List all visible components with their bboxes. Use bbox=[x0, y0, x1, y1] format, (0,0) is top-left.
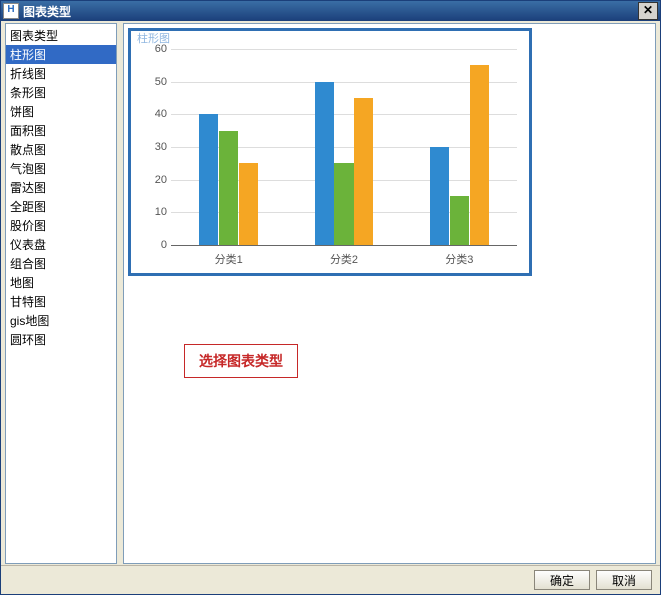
list-item[interactable]: 甘特图 bbox=[6, 292, 116, 311]
list-item[interactable]: 仪表盘 bbox=[6, 235, 116, 254]
gridline bbox=[171, 114, 517, 115]
preview-panel: 柱形图 0102030405060分类1分类2分类3 选择图表类型 bbox=[123, 23, 656, 564]
list-item[interactable]: 雷达图 bbox=[6, 178, 116, 197]
list-item[interactable]: 股价图 bbox=[6, 216, 116, 235]
y-tick-label: 40 bbox=[143, 108, 167, 120]
chart-bar bbox=[354, 98, 373, 245]
dialog-window: H 图表类型 ✕ 图表类型 柱形图折线图条形图饼图面积图散点图气泡图雷达图全距图… bbox=[0, 0, 661, 595]
y-tick-label: 0 bbox=[143, 239, 167, 251]
y-tick-label: 30 bbox=[143, 141, 167, 153]
gridline bbox=[171, 245, 517, 246]
chart-bar bbox=[450, 196, 469, 245]
title-bar: H 图表类型 ✕ bbox=[1, 1, 660, 21]
chart-bar bbox=[199, 114, 218, 245]
x-tick-label: 分类2 bbox=[314, 251, 374, 267]
list-item[interactable]: 条形图 bbox=[6, 83, 116, 102]
list-item[interactable]: 地图 bbox=[6, 273, 116, 292]
list-item[interactable]: 面积图 bbox=[6, 121, 116, 140]
y-tick-label: 10 bbox=[143, 206, 167, 218]
window-title: 图表类型 bbox=[23, 3, 638, 20]
list-item[interactable]: 圆环图 bbox=[6, 330, 116, 349]
list-header: 图表类型 bbox=[6, 26, 116, 45]
chart-bar bbox=[239, 163, 258, 245]
chart-plot: 0102030405060分类1分类2分类3 bbox=[171, 49, 517, 245]
y-tick-label: 20 bbox=[143, 174, 167, 186]
list-item[interactable]: 柱形图 bbox=[6, 45, 116, 64]
gridline bbox=[171, 82, 517, 83]
list-item[interactable]: 散点图 bbox=[6, 140, 116, 159]
chart-frame: 柱形图 0102030405060分类1分类2分类3 bbox=[128, 28, 532, 276]
list-item[interactable]: 折线图 bbox=[6, 64, 116, 83]
chart-bar bbox=[430, 147, 449, 245]
chart-bar bbox=[219, 131, 238, 245]
x-tick-label: 分类1 bbox=[199, 251, 259, 267]
chart-bar bbox=[470, 65, 489, 245]
ok-button[interactable]: 确定 bbox=[534, 570, 590, 590]
list-item[interactable]: gis地图 bbox=[6, 311, 116, 330]
x-tick-label: 分类3 bbox=[429, 251, 489, 267]
cancel-button[interactable]: 取消 bbox=[596, 570, 652, 590]
list-item[interactable]: 气泡图 bbox=[6, 159, 116, 178]
chart-bar bbox=[334, 163, 353, 245]
client-area: 图表类型 柱形图折线图条形图饼图面积图散点图气泡图雷达图全距图股价图仪表盘组合图… bbox=[5, 23, 656, 564]
y-tick-label: 50 bbox=[143, 76, 167, 88]
list-item[interactable]: 饼图 bbox=[6, 102, 116, 121]
chart-bar bbox=[315, 82, 334, 245]
list-item[interactable]: 全距图 bbox=[6, 197, 116, 216]
instruction-callout: 选择图表类型 bbox=[184, 344, 298, 378]
button-bar: 确定 取消 bbox=[1, 565, 660, 594]
y-tick-label: 60 bbox=[143, 43, 167, 55]
app-icon: H bbox=[3, 3, 19, 19]
close-button[interactable]: ✕ bbox=[638, 2, 658, 20]
chart-type-list[interactable]: 图表类型 柱形图折线图条形图饼图面积图散点图气泡图雷达图全距图股价图仪表盘组合图… bbox=[5, 23, 117, 564]
list-item[interactable]: 组合图 bbox=[6, 254, 116, 273]
gridline bbox=[171, 49, 517, 50]
